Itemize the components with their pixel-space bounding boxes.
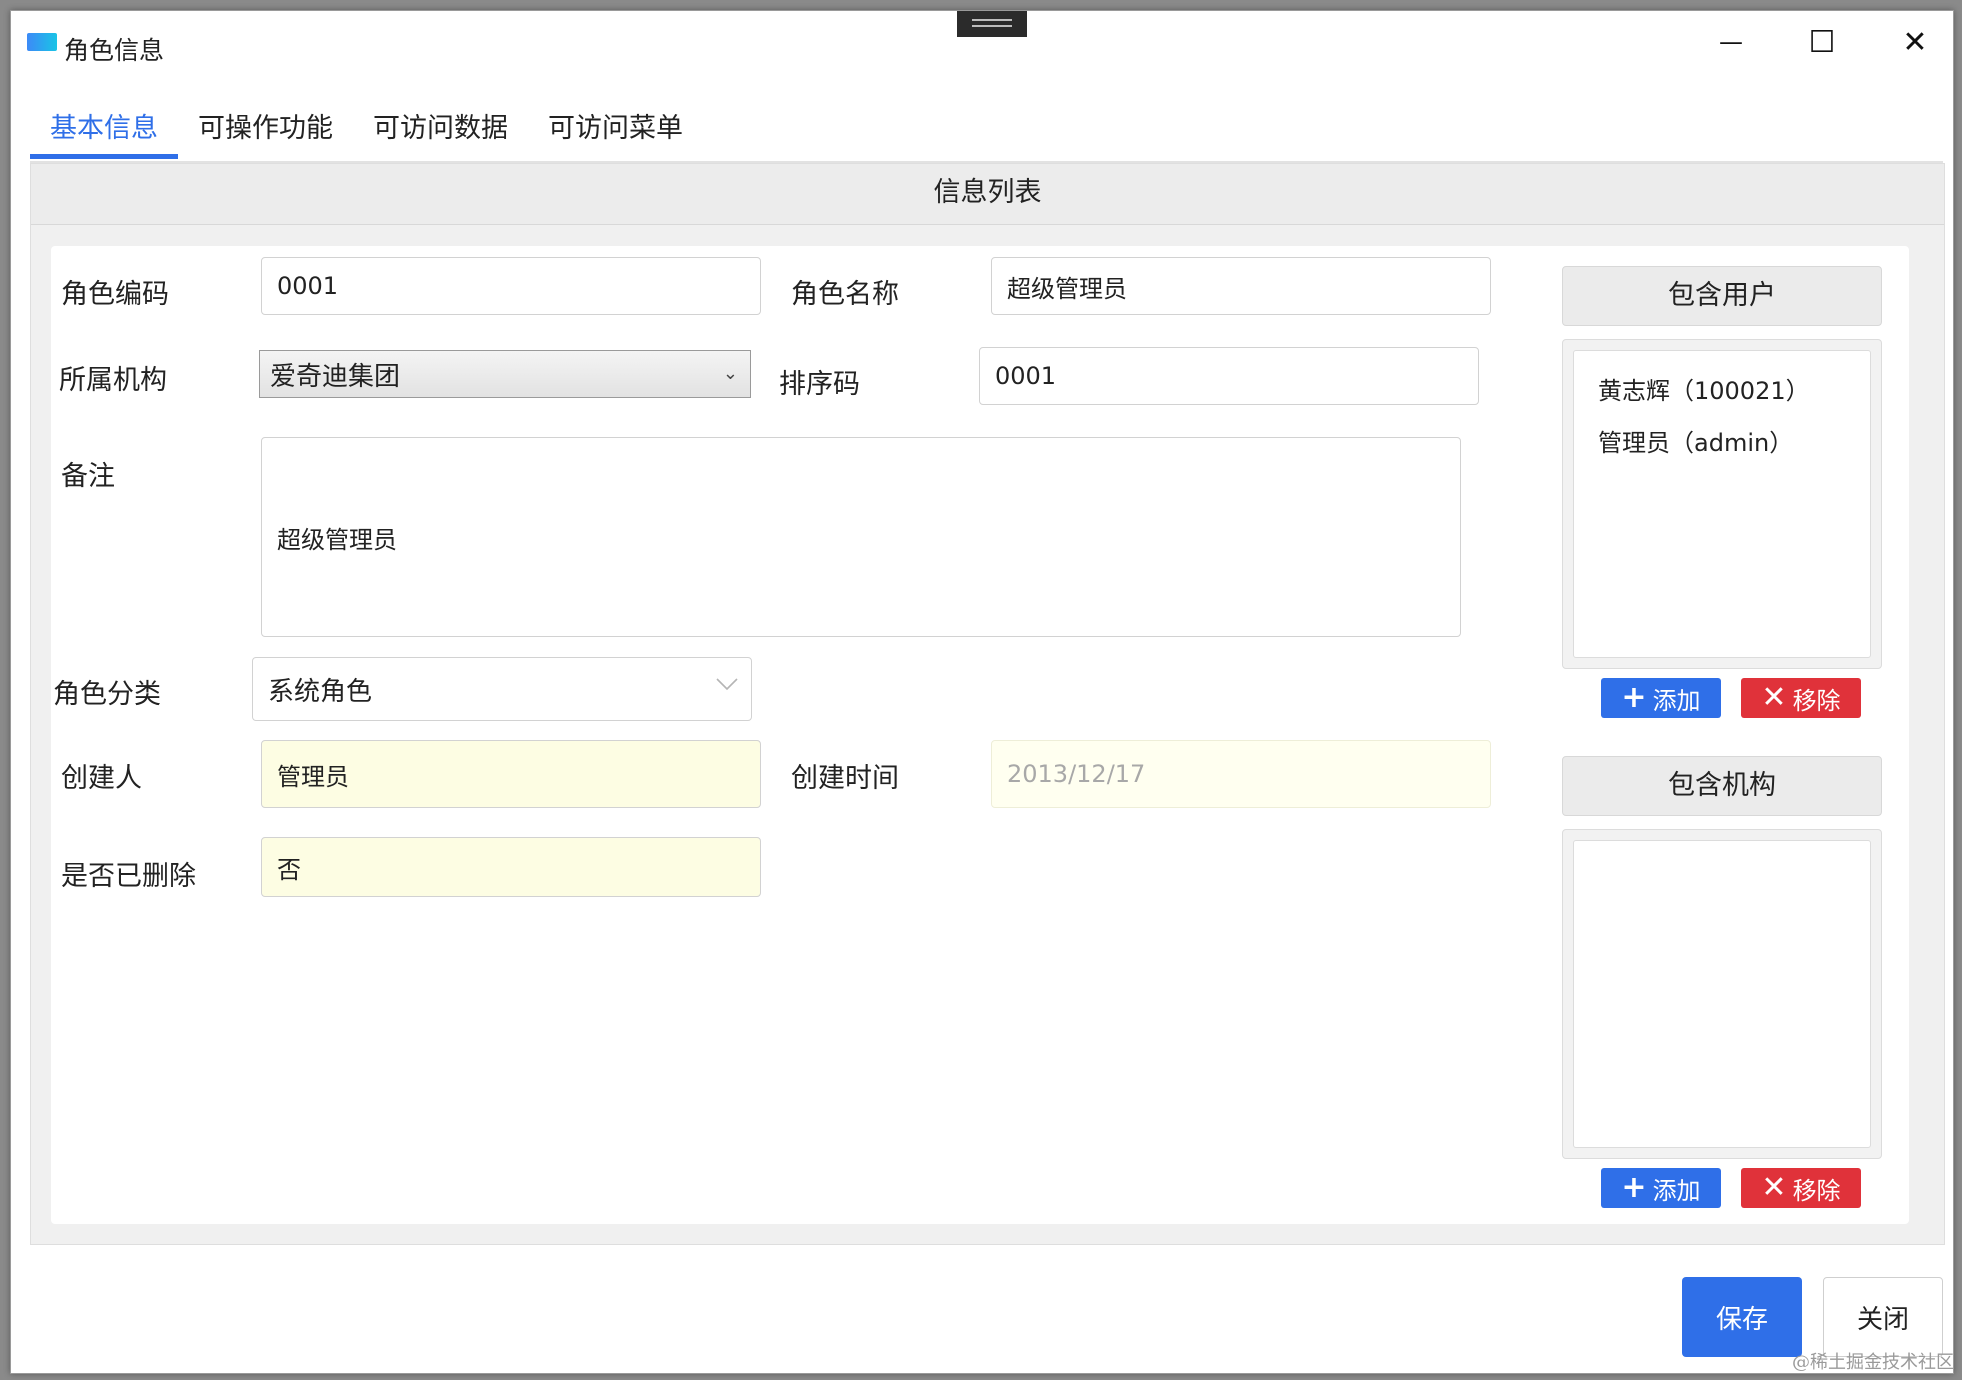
chevron-down-icon <box>716 678 738 691</box>
remark-label: 备注 <box>61 461 115 492</box>
remove-user-label: 移除 <box>1792 686 1841 715</box>
x-icon: ✕ <box>1761 1170 1787 1205</box>
form-body: 角色编码 0001 角色名称 超级管理员 所属机构 爱奇迪集团 ⌄ 排序码 00… <box>51 246 1909 1224</box>
tab-basic-info[interactable]: 基本信息 <box>30 101 178 159</box>
role-category-value: 系统角色 <box>268 676 373 707</box>
creator-label: 创建人 <box>61 763 142 794</box>
minimize-icon: — <box>1719 28 1743 56</box>
tab-accessible-menus[interactable]: 可访问菜单 <box>528 101 703 159</box>
app-icon <box>27 33 57 51</box>
role-code-input[interactable]: 0001 <box>261 257 761 315</box>
created-time-input[interactable]: 2013/12/17 <box>991 740 1491 808</box>
role-name-label: 角色名称 <box>791 279 899 310</box>
org-select[interactable]: 爱奇迪集团 ⌄ <box>259 350 751 398</box>
chevron-down-icon: ⌄ <box>722 363 738 384</box>
info-panel: 信息列表 角色编码 0001 角色名称 超级管理员 所属机构 爱奇迪集团 ⌄ 排… <box>30 163 1945 1245</box>
included-orgs-list <box>1573 840 1871 1148</box>
tab-operable-functions[interactable]: 可操作功能 <box>178 101 353 159</box>
plus-icon: + <box>1621 1170 1647 1205</box>
included-orgs-box <box>1562 829 1882 1159</box>
tab-accessible-data[interactable]: 可访问数据 <box>353 101 528 159</box>
maximize-button[interactable]: ☐ <box>1782 21 1862 63</box>
window-title: 角色信息 <box>64 36 165 65</box>
panel-header: 信息列表 <box>31 164 1944 225</box>
add-org-label: 添加 <box>1652 1176 1701 1205</box>
close-window-button[interactable]: ✕ <box>1875 21 1955 63</box>
role-info-window: 角色信息 — ☐ ✕ 基本信息 可操作功能 可访问数据 可访问菜单 信息列表 角… <box>10 10 1954 1374</box>
creator-input[interactable]: 管理员 <box>261 740 761 808</box>
included-orgs-header: 包含机构 <box>1562 756 1882 816</box>
included-users-list: 黄志辉（100021） 管理员（admin） <box>1573 350 1871 658</box>
add-user-button[interactable]: + 添加 <box>1601 678 1721 718</box>
save-button[interactable]: 保存 <box>1682 1277 1802 1357</box>
role-code-label: 角色编码 <box>61 279 169 310</box>
role-category-label: 角色分类 <box>53 679 161 710</box>
plus-icon: + <box>1621 680 1647 715</box>
close-button[interactable]: 关闭 <box>1823 1277 1943 1357</box>
deleted-input[interactable]: 否 <box>261 837 761 897</box>
add-org-button[interactable]: + 添加 <box>1601 1168 1721 1208</box>
title-bar[interactable]: 角色信息 — ☐ ✕ <box>11 11 1953 71</box>
role-category-select[interactable]: 系统角色 <box>252 657 752 721</box>
org-label: 所属机构 <box>59 365 167 396</box>
remove-org-label: 移除 <box>1792 1176 1841 1205</box>
remove-org-button[interactable]: ✕ 移除 <box>1741 1168 1861 1208</box>
watermark: @稀土掘金技术社区 <box>1792 1352 1954 1373</box>
included-users-header: 包含用户 <box>1562 266 1882 326</box>
list-item[interactable]: 黄志辉（100021） <box>1574 365 1870 417</box>
sort-code-input[interactable]: 0001 <box>979 347 1479 405</box>
x-icon: ✕ <box>1761 680 1787 715</box>
included-users-box: 黄志辉（100021） 管理员（admin） <box>1562 339 1882 669</box>
created-time-label: 创建时间 <box>791 763 899 794</box>
remove-user-button[interactable]: ✕ 移除 <box>1741 678 1861 718</box>
role-name-input[interactable]: 超级管理员 <box>991 257 1491 315</box>
remark-textarea[interactable]: 超级管理员 <box>261 437 1461 637</box>
org-select-value: 爱奇迪集团 <box>270 361 401 392</box>
tab-bar: 基本信息 可操作功能 可访问数据 可访问菜单 <box>30 101 1943 163</box>
sort-code-label: 排序码 <box>779 369 860 400</box>
deleted-label: 是否已删除 <box>61 861 196 892</box>
add-user-label: 添加 <box>1652 686 1701 715</box>
minimize-button[interactable]: — <box>1691 21 1771 63</box>
maximize-icon: ☐ <box>1808 24 1836 60</box>
close-icon: ✕ <box>1902 24 1928 60</box>
list-item[interactable]: 管理员（admin） <box>1574 417 1870 469</box>
